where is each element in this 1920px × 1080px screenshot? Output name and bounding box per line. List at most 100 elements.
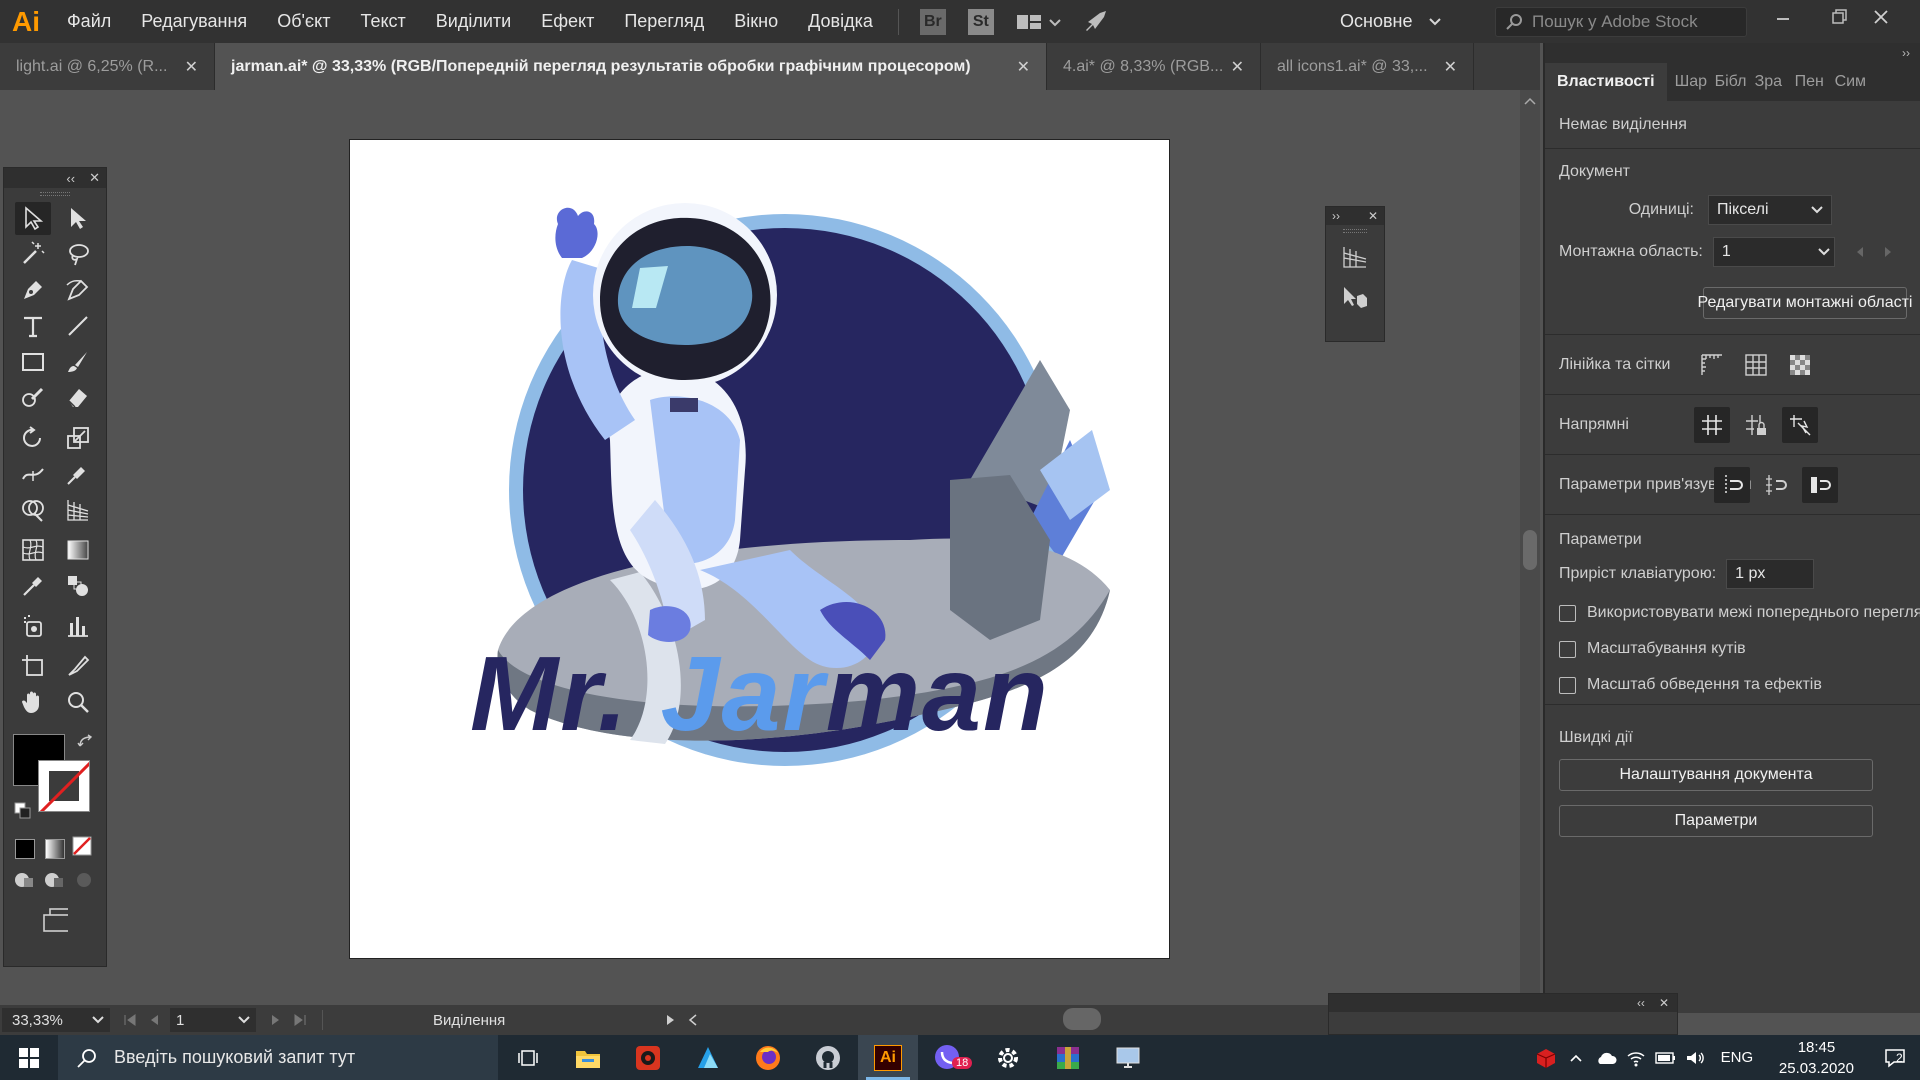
draw-behind-button[interactable]: [40, 866, 70, 899]
hand-tool[interactable]: [15, 686, 51, 719]
selection-tool[interactable]: [14, 201, 51, 235]
direct-selection-tool[interactable]: [60, 202, 96, 235]
column-graph-tool[interactable]: [60, 610, 96, 643]
width-tool[interactable]: [15, 458, 51, 491]
checkbox[interactable]: [1559, 640, 1576, 658]
smart-guides-button[interactable]: [1782, 407, 1818, 443]
github-app[interactable]: [798, 1035, 858, 1080]
pen-tool[interactable]: [15, 274, 51, 307]
perspective-selection-button[interactable]: [1326, 277, 1384, 317]
battery-button[interactable]: [1651, 1035, 1681, 1080]
line-tool[interactable]: [60, 310, 96, 343]
zoom-tool[interactable]: [60, 686, 96, 719]
tab-light-ai[interactable]: light.ai @ 6,25% (R... ✕: [0, 43, 215, 90]
lock-guides-button[interactable]: [1738, 407, 1774, 443]
toggle-guides-button[interactable]: [1694, 407, 1730, 443]
blend-tool[interactable]: [60, 570, 96, 603]
stock-search-input[interactable]: [1532, 12, 1742, 32]
snap-to-pixel-button[interactable]: [1758, 467, 1794, 503]
vertical-scrollbar[interactable]: [1520, 90, 1540, 1013]
scroll-up-icon[interactable]: [1520, 94, 1540, 108]
menu-window[interactable]: Вікно: [719, 0, 793, 43]
toggle-rulers-button[interactable]: [1694, 347, 1730, 383]
scrollbar-thumb[interactable]: [1523, 530, 1537, 570]
status-menu-arrow-icon[interactable]: [665, 1013, 677, 1027]
remote-desktop-app[interactable]: [1098, 1035, 1158, 1080]
clock[interactable]: 18:45 25.03.2020: [1763, 1037, 1870, 1079]
toggle-grid-button[interactable]: [1738, 347, 1774, 383]
edit-artboards-button[interactable]: Редагувати монтажні області: [1698, 287, 1912, 319]
close-window-button[interactable]: [1856, 0, 1906, 34]
file-explorer-app[interactable]: [558, 1035, 618, 1080]
app-blue-icon[interactable]: [678, 1035, 738, 1080]
close-icon[interactable]: ✕: [1368, 209, 1378, 223]
tray-app-icon[interactable]: [1531, 1035, 1561, 1080]
draw-inside-button[interactable]: [70, 866, 100, 899]
settings-app[interactable]: [978, 1035, 1038, 1080]
snap-to-glyph-button[interactable]: [1802, 467, 1838, 503]
collapse-panel-icon[interactable]: ‹‹: [66, 171, 75, 186]
tab-all-icons1-ai[interactable]: all icons1.ai* @ 33,... ✕: [1261, 43, 1474, 90]
type-tool[interactable]: [15, 310, 51, 343]
viber-app[interactable]: 18: [918, 1035, 978, 1080]
minimize-button[interactable]: [1758, 0, 1808, 34]
collapse-panel-icon[interactable]: ‹‹: [1637, 996, 1645, 1010]
language-indicator[interactable]: ENG: [1711, 1035, 1763, 1080]
artboard-dropdown[interactable]: 1: [1712, 237, 1835, 267]
close-icon[interactable]: ✕: [1017, 57, 1030, 77]
start-button[interactable]: [0, 1035, 58, 1080]
stock-search-box[interactable]: [1495, 7, 1747, 37]
first-artboard-icon[interactable]: [122, 1013, 138, 1027]
taskbar-search-box[interactable]: [58, 1035, 498, 1080]
zoom-dropdown[interactable]: 33,33%: [2, 1008, 110, 1032]
magic-wand-tool[interactable]: [15, 238, 51, 271]
scroll-left-icon[interactable]: [687, 1013, 699, 1027]
task-view-button[interactable]: [498, 1035, 558, 1080]
color-mode-button[interactable]: [10, 833, 40, 866]
symbol-sprayer-tool[interactable]: [15, 610, 51, 643]
eyedropper-tool[interactable]: [15, 570, 51, 603]
menu-help[interactable]: Довідка: [793, 0, 888, 43]
tab-brushes[interactable]: Пен: [1787, 63, 1827, 101]
previous-artboard-icon[interactable]: [148, 1013, 160, 1027]
puppet-warp-tool[interactable]: [60, 458, 96, 491]
next-artboard-icon[interactable]: [270, 1013, 282, 1027]
eraser-tool[interactable]: [60, 382, 96, 415]
previous-artboard-icon[interactable]: [1855, 246, 1865, 258]
menu-type[interactable]: Текст: [345, 0, 420, 43]
curvature-tool[interactable]: [60, 274, 96, 307]
stock-button[interactable]: St: [963, 7, 999, 37]
snap-to-point-button[interactable]: [1714, 467, 1750, 503]
onedrive-button[interactable]: [1591, 1035, 1621, 1080]
app-red-icon[interactable]: [618, 1035, 678, 1080]
notifications-button[interactable]: 2: [1870, 1035, 1920, 1080]
menu-edit[interactable]: Редагування: [126, 0, 262, 43]
lasso-tool[interactable]: [60, 238, 96, 271]
scale-tool[interactable]: [60, 422, 96, 455]
none-mode-button[interactable]: [70, 833, 100, 866]
tab-swatches[interactable]: Зра: [1747, 63, 1787, 101]
slice-tool[interactable]: [60, 650, 96, 683]
shape-builder-tool[interactable]: [15, 494, 51, 527]
menu-file[interactable]: Файл: [52, 0, 126, 43]
close-icon[interactable]: ✕: [1231, 57, 1244, 77]
next-artboard-icon[interactable]: [1883, 246, 1893, 258]
checkbox-scale-corners[interactable]: Масштабування кутів: [1559, 631, 1920, 667]
perspective-grid-tool[interactable]: [60, 494, 96, 527]
toggle-transparency-grid-button[interactable]: [1782, 347, 1818, 383]
menu-object[interactable]: Об'єкт: [262, 0, 345, 43]
network-button[interactable]: [1621, 1035, 1651, 1080]
stroke-color-swatch[interactable]: [38, 760, 90, 812]
mesh-tool[interactable]: [15, 534, 51, 567]
artboard-number-dropdown[interactable]: 1: [170, 1008, 256, 1032]
taskbar-search-input[interactable]: [114, 1047, 474, 1068]
checkbox-scale-strokes-effects[interactable]: Масштаб обведення та ефектів: [1559, 667, 1920, 703]
artboard[interactable]: Mr. Jarman: [349, 139, 1170, 959]
winrar-app[interactable]: [1038, 1035, 1098, 1080]
last-artboard-icon[interactable]: [292, 1013, 308, 1027]
firefox-app[interactable]: [738, 1035, 798, 1080]
expand-panel-icon[interactable]: ››: [1332, 209, 1340, 223]
rotate-tool[interactable]: [15, 422, 51, 455]
tab-4-ai[interactable]: 4.ai* @ 8,33% (RGB... ✕: [1047, 43, 1261, 90]
close-icon[interactable]: ✕: [185, 57, 198, 77]
